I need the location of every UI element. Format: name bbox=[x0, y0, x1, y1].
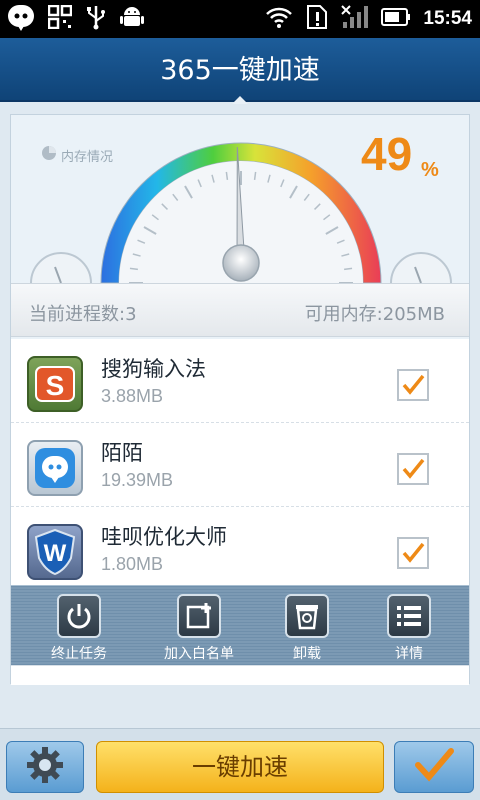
left-mini-dial bbox=[30, 252, 92, 284]
list-item[interactable]: W 哇呗优化大师 1.80MB bbox=[11, 507, 469, 591]
trash-icon bbox=[285, 594, 329, 638]
process-info-bar: 当前进程数:3 可用内存:205MB bbox=[11, 283, 469, 337]
percent-sign: % bbox=[421, 159, 439, 181]
add-page-icon bbox=[177, 594, 221, 638]
details-button[interactable]: 详情 bbox=[359, 594, 459, 663]
status-bar: 15:54 bbox=[0, 0, 480, 38]
gauge-tick bbox=[129, 267, 138, 271]
app-list: S 搜狗输入法 3.88MB 陌陌 19.39MB W 哇呗优化大师 1.80M… bbox=[11, 339, 469, 591]
momo-icon bbox=[27, 440, 83, 496]
right-mini-dial bbox=[390, 252, 452, 284]
app-name: 陌陌 bbox=[101, 441, 143, 465]
status-time: 15:54 bbox=[423, 8, 472, 29]
list-icon bbox=[387, 594, 431, 638]
app-name: 哇呗优化大师 bbox=[101, 525, 227, 549]
app-name: 搜狗输入法 bbox=[101, 357, 206, 381]
app-size: 3.88MB bbox=[101, 386, 164, 406]
memory-label: 内存情况 bbox=[41, 145, 113, 165]
app-size: 19.39MB bbox=[101, 470, 174, 490]
svg-text:S: S bbox=[46, 370, 65, 401]
gauge-tick bbox=[225, 171, 229, 180]
app-size: 1.80MB bbox=[101, 554, 164, 574]
list-item[interactable]: S 搜狗输入法 3.88MB bbox=[11, 339, 469, 423]
confirm-check-button[interactable] bbox=[394, 741, 474, 793]
gauge-knob bbox=[222, 244, 260, 282]
gear-icon bbox=[25, 745, 65, 789]
gauge-tick bbox=[253, 171, 257, 180]
svg-text:W: W bbox=[44, 540, 67, 567]
wifi-icon bbox=[265, 5, 293, 33]
title-pointer bbox=[232, 96, 248, 104]
app-checkbox[interactable] bbox=[397, 537, 429, 569]
sim-alert-icon bbox=[305, 4, 329, 34]
end-task-button[interactable]: 终止任务 bbox=[29, 594, 129, 663]
process-count: 当前进程数:3 bbox=[29, 304, 137, 325]
one-key-speedup-button[interactable]: 一键加速 bbox=[96, 741, 384, 793]
checkmark-icon bbox=[413, 745, 455, 789]
page-title: 365一键加速 bbox=[160, 55, 320, 86]
battery-icon bbox=[381, 6, 411, 32]
app-checkbox[interactable] bbox=[397, 453, 429, 485]
memory-percent: 49 bbox=[361, 128, 413, 180]
main-panel: 内存情况 49 % 当前进程数:3 可用内存:205MB S 搜狗输入法 3.8… bbox=[10, 114, 470, 685]
chat-bubble-icon bbox=[6, 2, 36, 36]
list-item[interactable]: 陌陌 19.39MB bbox=[11, 423, 469, 507]
app-checkbox[interactable] bbox=[397, 369, 429, 401]
list-bottom-edge bbox=[11, 665, 469, 685]
settings-button[interactable] bbox=[6, 741, 84, 793]
add-whitelist-button[interactable]: 加入白名单 bbox=[149, 594, 249, 663]
wabei-shield-icon: W bbox=[27, 524, 83, 580]
action-toolbar: 终止任务 加入白名单 卸载 详情 bbox=[11, 585, 469, 665]
available-memory: 可用内存:205MB bbox=[304, 304, 445, 325]
usb-icon bbox=[84, 4, 108, 34]
sogou-icon: S bbox=[27, 356, 83, 412]
bottom-bar: 一键加速 bbox=[0, 728, 480, 800]
gauge-tick bbox=[344, 267, 353, 271]
title-bar: 365一键加速 bbox=[0, 38, 480, 102]
android-icon bbox=[120, 4, 144, 34]
signal-icon bbox=[341, 4, 369, 34]
power-icon bbox=[57, 594, 101, 638]
qr-grid-icon bbox=[47, 4, 73, 33]
pie-chart-icon bbox=[41, 145, 57, 165]
uninstall-button[interactable]: 卸载 bbox=[257, 594, 357, 663]
